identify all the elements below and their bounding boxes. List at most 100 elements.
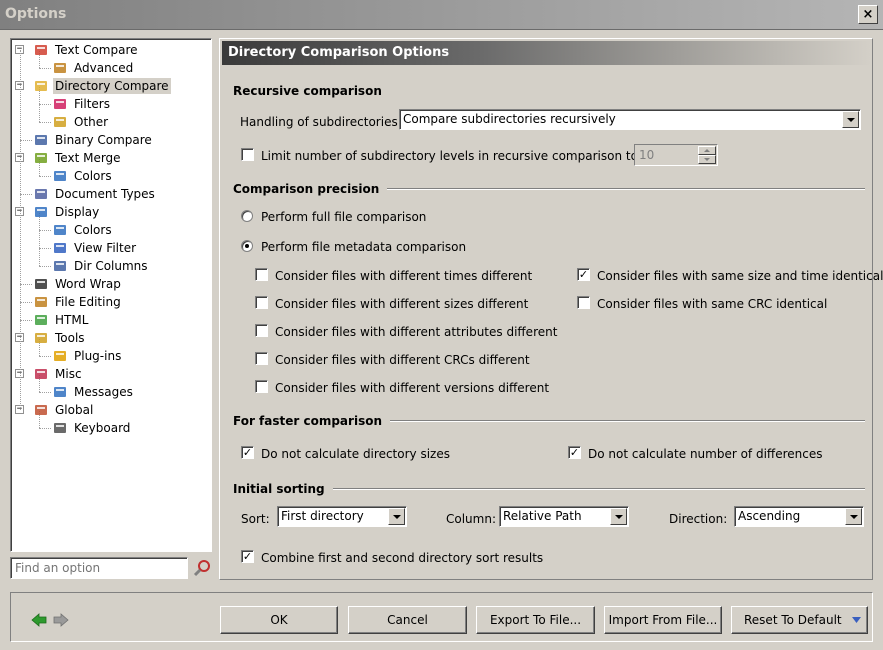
button-bar: OK Cancel Export To File... Import From … bbox=[10, 592, 873, 642]
tree-item[interactable]: Word Wrap bbox=[33, 275, 123, 293]
chevron-down-icon[interactable] bbox=[842, 111, 859, 128]
tree-item[interactable]: Misc bbox=[33, 365, 84, 383]
tree-item[interactable]: Binary Compare bbox=[33, 131, 154, 149]
precision-option-checkbox[interactable] bbox=[577, 296, 590, 309]
precision-option-checkbox[interactable] bbox=[255, 296, 268, 309]
chevron-down-icon[interactable] bbox=[610, 508, 627, 525]
sort-label: Sort: bbox=[241, 512, 270, 526]
handling-value: Compare subdirectories recursively bbox=[403, 112, 616, 126]
section-title: Recursive comparison bbox=[233, 84, 382, 98]
tree-item[interactable]: Document Types bbox=[33, 185, 157, 203]
limit-levels-value: 10 bbox=[639, 148, 655, 162]
tree-item[interactable]: Global bbox=[33, 401, 95, 419]
import-button[interactable]: Import From File... bbox=[604, 606, 722, 634]
options-tree[interactable]: − − − − − − − Text Compare Advanced Directory Co… bbox=[10, 38, 212, 552]
tree-item[interactable]: Keyboard bbox=[52, 419, 132, 437]
spin-down-icon[interactable] bbox=[698, 155, 716, 164]
filter-blue-icon bbox=[52, 240, 68, 256]
window-title: Options bbox=[5, 6, 67, 22]
metadata-comparison-radio[interactable] bbox=[241, 240, 253, 252]
keyboard-icon bbox=[52, 420, 68, 436]
tree-item[interactable]: View Filter bbox=[52, 239, 138, 257]
tree-item-label: View Filter bbox=[74, 241, 137, 255]
html-icon bbox=[33, 312, 49, 328]
cancel-button[interactable]: Cancel bbox=[348, 606, 467, 634]
tree-item-label: Dir Columns bbox=[74, 259, 148, 273]
close-button[interactable]: × bbox=[858, 5, 878, 24]
handling-label: Handling of subdirectories: bbox=[240, 115, 402, 129]
tree-item[interactable]: Messages bbox=[52, 383, 135, 401]
precision-option-checkbox[interactable]: ✓ bbox=[577, 268, 590, 281]
monitor-icon bbox=[33, 204, 49, 220]
limit-levels-label: Limit number of subdirectory levels in r… bbox=[261, 149, 638, 163]
messages-icon bbox=[52, 384, 68, 400]
tree-item[interactable]: File Editing bbox=[33, 293, 123, 311]
section-sorting: Initial sorting bbox=[233, 482, 865, 496]
combine-sort-label: Combine first and second directory sort … bbox=[261, 551, 544, 565]
tree-item-label: Plug-ins bbox=[74, 349, 122, 363]
tree-item[interactable]: Colors bbox=[52, 167, 114, 185]
folders-icon bbox=[33, 78, 49, 94]
tree-item[interactable]: Text Merge bbox=[33, 149, 123, 167]
search-input[interactable] bbox=[10, 557, 188, 579]
merge-icon bbox=[33, 150, 49, 166]
precision-option-label: Consider files with different attributes… bbox=[275, 325, 558, 339]
sort-select[interactable]: First directory bbox=[277, 506, 407, 527]
tree-item-label: Binary Compare bbox=[55, 133, 152, 147]
precision-option-checkbox[interactable] bbox=[255, 380, 268, 393]
tree-item-label: Global bbox=[55, 403, 94, 417]
chevron-down-icon[interactable] bbox=[852, 617, 861, 624]
limit-levels-spinner[interactable]: 10 bbox=[634, 144, 718, 166]
tree-item[interactable]: Filters bbox=[52, 95, 112, 113]
full-comparison-label: Perform full file comparison bbox=[261, 210, 427, 224]
metadata-comparison-label: Perform file metadata comparison bbox=[261, 240, 467, 254]
spin-up-icon[interactable] bbox=[698, 146, 716, 155]
handling-select[interactable]: Compare subdirectories recursively bbox=[399, 109, 861, 130]
full-comparison-radio[interactable] bbox=[241, 210, 253, 222]
tree-item[interactable]: Tools bbox=[33, 329, 87, 347]
section-title: Comparison precision bbox=[233, 182, 380, 196]
column-select[interactable]: Relative Path bbox=[499, 506, 629, 527]
direction-select[interactable]: Ascending bbox=[734, 506, 864, 527]
precision-option-label: Consider files with different times diff… bbox=[275, 269, 533, 283]
misc-icon bbox=[33, 366, 49, 382]
tree-item[interactable]: Display bbox=[33, 203, 101, 221]
tree-item[interactable]: Advanced bbox=[52, 59, 135, 77]
combine-sort-checkbox[interactable]: ✓ bbox=[241, 550, 254, 563]
export-button[interactable]: Export To File... bbox=[476, 606, 595, 634]
chevron-down-icon[interactable] bbox=[388, 508, 405, 525]
tree-item[interactable]: Other bbox=[52, 113, 110, 131]
tree-item[interactable]: Text Compare bbox=[33, 41, 140, 59]
tree-item-label: Text Compare bbox=[55, 43, 138, 57]
sort-value: First directory bbox=[281, 509, 364, 523]
tree-item[interactable]: HTML bbox=[33, 311, 90, 329]
direction-value: Ascending bbox=[738, 509, 801, 523]
limit-levels-checkbox[interactable] bbox=[241, 148, 254, 161]
tree-item-label: Colors bbox=[74, 169, 112, 183]
reset-button[interactable]: Reset To Default bbox=[731, 606, 868, 634]
columns-icon bbox=[52, 258, 68, 274]
chevron-down-icon[interactable] bbox=[845, 508, 862, 525]
arrow-left-icon[interactable] bbox=[31, 613, 47, 627]
tree-item-label: Messages bbox=[74, 385, 133, 399]
section-precision: Comparison precision bbox=[233, 182, 865, 196]
tree-item[interactable]: Colors bbox=[52, 221, 114, 239]
wrench-icon bbox=[33, 330, 49, 346]
tree-item[interactable]: Plug-ins bbox=[52, 347, 123, 365]
precision-option-checkbox[interactable] bbox=[255, 352, 268, 365]
precision-option-checkbox[interactable] bbox=[255, 324, 268, 337]
arrow-right-icon[interactable] bbox=[53, 613, 69, 627]
tree-item-label: Word Wrap bbox=[55, 277, 121, 291]
filter-icon bbox=[52, 96, 68, 112]
tree-item[interactable]: Directory Compare bbox=[33, 77, 171, 95]
tree-item-label: Text Merge bbox=[55, 151, 121, 165]
no-diff-count-checkbox[interactable]: ✓ bbox=[568, 446, 581, 459]
no-dir-sizes-checkbox[interactable]: ✓ bbox=[241, 446, 254, 459]
tree-item[interactable]: Dir Columns bbox=[52, 257, 150, 275]
global-icon bbox=[33, 402, 49, 418]
word-wrap-icon bbox=[33, 276, 49, 292]
search-icon[interactable] bbox=[192, 558, 212, 578]
precision-option-checkbox[interactable] bbox=[255, 268, 268, 281]
ok-button[interactable]: OK bbox=[220, 606, 338, 634]
options-panel: Directory Comparison Options Recursive c… bbox=[219, 38, 883, 580]
